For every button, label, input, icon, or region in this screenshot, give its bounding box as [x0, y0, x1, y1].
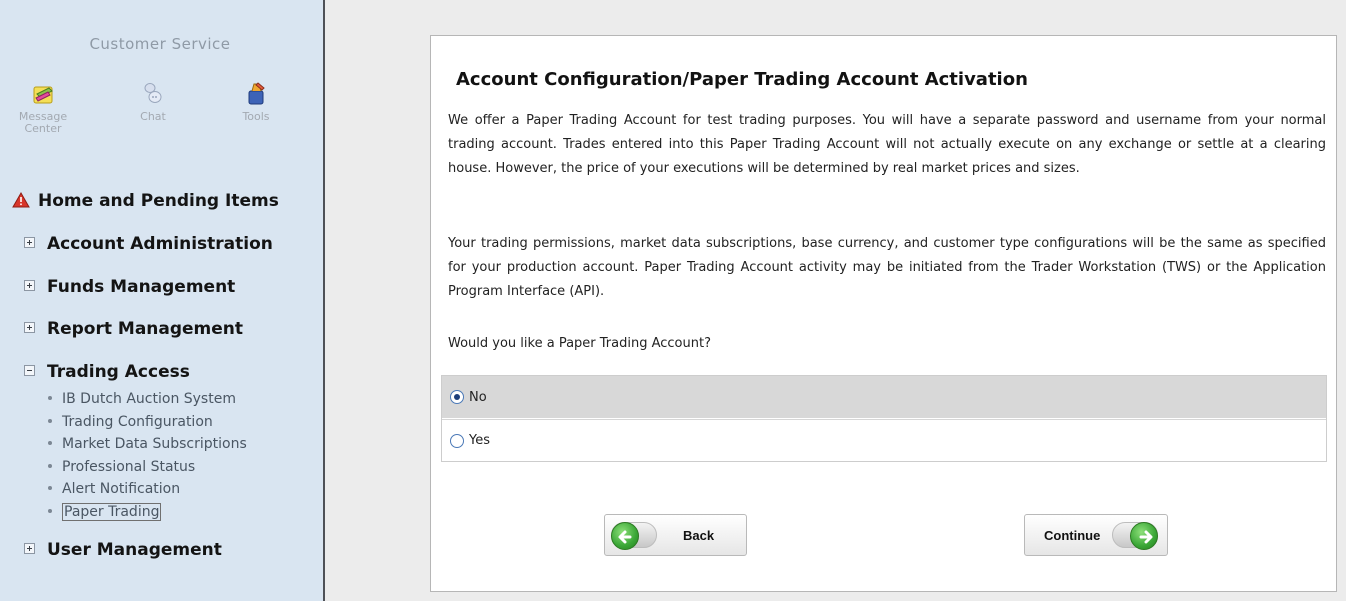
radio-yes[interactable]	[450, 433, 464, 448]
continue-button[interactable]: Continue	[1024, 514, 1168, 556]
sidebar-item-professional-status[interactable]: Professional Status	[48, 456, 247, 479]
sidebar-item-paper-trading[interactable]: Paper Trading	[48, 501, 247, 524]
option-no-label: No	[469, 389, 487, 405]
intro-paragraph: We offer a Paper Trading Account for tes…	[448, 113, 1326, 176]
sidebar-item-market-data-subscriptions[interactable]: Market Data Subscriptions	[48, 433, 247, 456]
message-center-label-line2: Center	[24, 122, 62, 135]
warning-icon	[12, 192, 30, 208]
sidebar-item-alert-notification[interactable]: Alert Notification	[48, 478, 247, 501]
customer-service-icons: Message Center Chat Tools	[0, 78, 320, 148]
trading-access-submenu: IB Dutch Auction System Trading Configur…	[48, 388, 247, 523]
sidebar: Customer Service Message Center Chat Too…	[0, 0, 325, 601]
paper-trading-panel: Account Configuration/Paper Trading Acco…	[430, 35, 1337, 592]
nav-home-label: Home and Pending Items	[38, 191, 279, 211]
expand-icon	[24, 543, 35, 554]
message-center-label-line1: Message	[18, 110, 68, 123]
message-center-icon	[33, 86, 53, 104]
nav-trading-access[interactable]: Trading Access	[24, 362, 190, 382]
nav-funds-label: Funds Management	[47, 277, 236, 297]
arrow-left-icon	[611, 522, 639, 550]
continue-label: Continue	[1044, 527, 1101, 543]
expand-icon	[24, 237, 35, 248]
tools-icon	[248, 82, 265, 105]
permissions-paragraph: Your trading permissions, market data su…	[448, 236, 1326, 299]
nav-user-management[interactable]: User Management	[24, 540, 222, 560]
chat-label: Chat	[140, 110, 166, 123]
sidebar-item-trading-configuration[interactable]: Trading Configuration	[48, 411, 247, 434]
back-button[interactable]: Back	[604, 514, 747, 556]
chat-icon	[144, 83, 162, 103]
customer-service-title: Customer Service	[89, 35, 231, 53]
nav-home-pending[interactable]: Home and Pending Items	[12, 191, 279, 211]
option-no[interactable]: No	[442, 376, 1326, 418]
expand-icon	[24, 322, 35, 333]
radio-no[interactable]	[450, 390, 464, 404]
page-title: Account Configuration/Paper Trading Acco…	[456, 69, 1028, 90]
arrow-right-icon	[1130, 522, 1159, 550]
tools-label: Tools	[242, 110, 270, 123]
paper-trading-options: No Yes	[441, 375, 1327, 462]
sidebar-item-ib-dutch-auction[interactable]: IB Dutch Auction System	[48, 388, 247, 411]
nav-account-administration[interactable]: Account Administration	[24, 234, 273, 254]
chat-link[interactable]: Chat	[118, 78, 188, 122]
question-text: Would you like a Paper Trading Account?	[448, 336, 711, 351]
nav-trading-access-label: Trading Access	[47, 362, 190, 382]
option-yes[interactable]: Yes	[442, 419, 1326, 461]
collapse-icon	[24, 365, 35, 376]
nav-user-mgmt-label: User Management	[47, 540, 222, 560]
nav-funds-management[interactable]: Funds Management	[24, 277, 235, 297]
nav-account-admin-label: Account Administration	[47, 234, 273, 254]
back-label: Back	[683, 527, 715, 543]
tools-link[interactable]: Tools	[221, 78, 291, 122]
nav-report-label: Report Management	[47, 319, 244, 339]
message-center-link[interactable]: Message Center	[8, 78, 78, 134]
nav-report-management[interactable]: Report Management	[24, 319, 243, 339]
expand-icon	[24, 280, 35, 291]
option-yes-label: Yes	[469, 433, 490, 448]
